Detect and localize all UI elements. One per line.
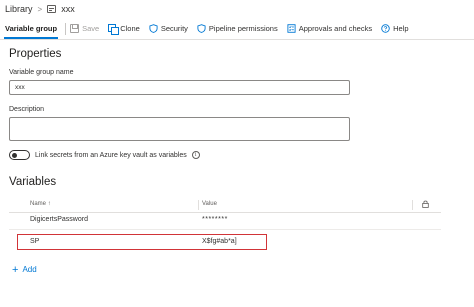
breadcrumb: Library > xxx [5, 2, 75, 16]
variables-title: Variables [9, 176, 57, 188]
variable-name-cell[interactable]: DigicertsPassword [30, 216, 88, 223]
variable-name-cell[interactable]: SP [30, 238, 39, 245]
security-button-label: Security [160, 24, 188, 33]
column-header-name[interactable]: Name ↑ [30, 201, 51, 207]
variable-value-cell[interactable]: X$fg#ab*a] [202, 238, 237, 245]
approvals-checks-button[interactable]: Approvals and checks [287, 24, 372, 33]
toolbar: Variable group Save Clone Security Pipel… [0, 18, 474, 39]
keyvault-toggle-row: Link secrets from an Azure key vault as … [9, 150, 200, 160]
add-variable-button[interactable]: + Add [12, 263, 37, 276]
variable-group-name-input[interactable]: xxx [9, 80, 350, 95]
pipeline-permissions-button-label: Pipeline permissions [208, 24, 278, 33]
variable-group-name-value: xxx [15, 84, 25, 91]
pipeline-permissions-button[interactable]: Pipeline permissions [197, 24, 278, 33]
clone-button-label: Clone [120, 24, 140, 33]
variable-group-name-label: Variable group name [9, 69, 74, 76]
keyvault-toggle[interactable] [9, 150, 30, 160]
description-label: Description [9, 106, 45, 113]
toolbar-rule [0, 39, 474, 40]
column-divider[interactable] [198, 200, 199, 210]
column-divider[interactable] [412, 200, 413, 210]
security-button[interactable]: Security [149, 24, 188, 33]
help-button-label: Help [393, 24, 409, 33]
grid-header-rule [9, 212, 441, 213]
clone-button[interactable]: Clone [108, 24, 140, 35]
save-icon [70, 24, 80, 33]
description-input[interactable] [9, 117, 350, 141]
tab-variable-group[interactable]: Variable group [0, 18, 62, 39]
plus-icon: + [12, 263, 19, 276]
shield-icon [149, 24, 158, 33]
column-header-name-label: Name [30, 201, 47, 207]
variable-value-cell[interactable]: ******** [202, 216, 228, 223]
sort-ascending-icon: ↑ [47, 201, 51, 207]
row-rule [9, 229, 441, 230]
help-button[interactable]: Help [381, 24, 409, 33]
help-icon [381, 24, 390, 33]
breadcrumb-separator: > [37, 4, 43, 14]
toolbar-divider [65, 22, 67, 35]
shield-icon [197, 24, 206, 33]
breadcrumb-library-link[interactable]: Library [5, 4, 33, 14]
info-icon[interactable]: i [191, 151, 200, 159]
column-header-value[interactable]: Value [202, 201, 217, 207]
save-button-label: Save [82, 24, 100, 33]
variable-group-icon [47, 5, 57, 13]
approvals-checks-button-label: Approvals and checks [298, 24, 373, 33]
properties-title: Properties [9, 48, 62, 60]
clone-icon [108, 24, 120, 35]
breadcrumb-current: xxx [61, 4, 75, 14]
save-button[interactable]: Save [70, 24, 99, 33]
checklist-icon [287, 24, 296, 33]
lock-icon[interactable] [422, 200, 429, 208]
keyvault-toggle-label: Link secrets from an Azure key vault as … [35, 151, 187, 159]
variables-grid-header: Name ↑ Value [9, 198, 441, 212]
add-variable-label: Add [22, 265, 37, 274]
